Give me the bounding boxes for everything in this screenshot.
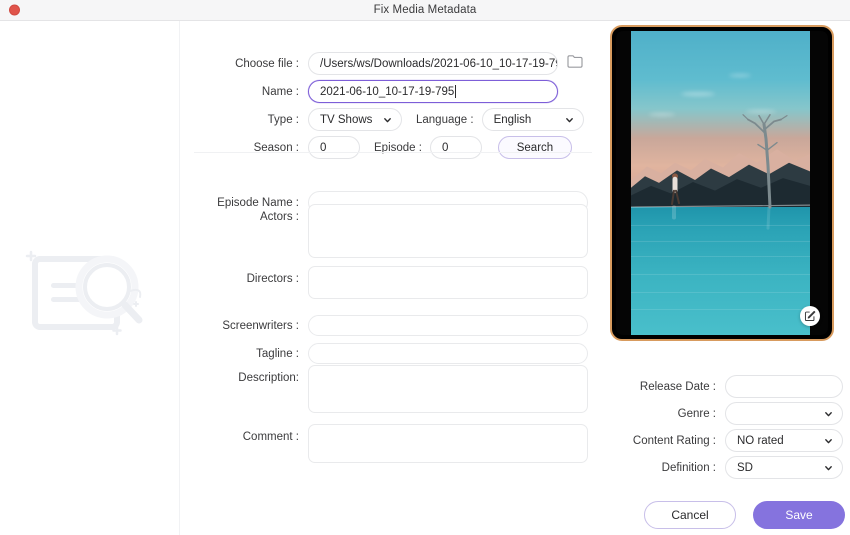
section-divider [194, 152, 592, 153]
tagline-label: Tagline : [256, 347, 299, 360]
release-date-input[interactable] [725, 375, 843, 398]
season-episode-row: Season : 0 Episode : 0 Search [194, 136, 594, 159]
genre-select[interactable] [725, 402, 843, 425]
search-button[interactable]: Search [497, 136, 572, 159]
language-select[interactable]: English [481, 108, 584, 131]
genre-row: Genre : [606, 402, 850, 425]
type-select[interactable]: TV Shows [308, 108, 402, 131]
save-button[interactable]: Save [753, 501, 845, 529]
title-bar: Fix Media Metadata [0, 0, 850, 21]
fix-media-metadata-window: Fix Media Metadata Choose file : /Users/… [0, 0, 850, 535]
comment-row: Comment : [194, 424, 594, 463]
person-figure [671, 173, 680, 206]
directors-textarea[interactable] [308, 266, 588, 299]
season-input[interactable]: 0 [308, 136, 360, 159]
document-search-watermark-icon [18, 239, 168, 344]
folder-icon[interactable] [567, 54, 583, 73]
edit-poster-button[interactable] [800, 306, 820, 326]
text-cursor [455, 85, 457, 98]
name-label: Name : [261, 85, 299, 98]
foreground-details [631, 113, 810, 230]
screenwriters-label: Screenwriters : [222, 319, 299, 332]
release-date-label: Release Date : [639, 380, 716, 393]
type-language-row: Type : TV Shows Language : English [194, 108, 594, 131]
choose-file-label: Choose file : [235, 57, 299, 70]
content-rating-select-value: NO rated [737, 434, 784, 447]
definition-select-value: SD [737, 461, 753, 474]
language-select-value: English [493, 113, 532, 126]
chevron-down-icon [825, 465, 832, 470]
poster-artwork [631, 31, 810, 335]
edit-pencil-icon [804, 310, 816, 322]
language-label: Language : [416, 113, 474, 126]
left-rail [0, 21, 180, 535]
window-title: Fix Media Metadata [373, 4, 477, 16]
close-button[interactable] [9, 4, 20, 16]
actors-textarea[interactable] [308, 204, 588, 258]
tagline-input[interactable] [308, 343, 588, 364]
episode-input[interactable]: 0 [429, 136, 482, 159]
content-rating-select[interactable]: NO rated [725, 429, 843, 452]
type-select-value: TV Shows [320, 113, 373, 126]
content-rating-label: Content Rating : [632, 434, 716, 447]
choose-file-input[interactable]: /Users/ws/Downloads/2021-06-10_10-17-19-… [308, 52, 558, 75]
definition-label: Definition : [661, 461, 716, 474]
name-input-value: 2021-06-10_10-17-19-795 [320, 85, 455, 98]
cancel-button[interactable]: Cancel [644, 501, 736, 529]
footer-buttons: Cancel Save [644, 501, 845, 529]
chevron-down-icon [825, 438, 832, 443]
actors-row: Actors : [194, 204, 594, 258]
name-input[interactable]: 2021-06-10_10-17-19-795 [308, 80, 558, 103]
screenwriters-row: Screenwriters : [194, 315, 594, 336]
screenwriters-input[interactable] [308, 315, 588, 336]
poster-preview[interactable] [610, 25, 834, 341]
comment-label: Comment : [242, 431, 299, 443]
definition-row: Definition : SD [606, 456, 850, 479]
definition-select[interactable]: SD [725, 456, 843, 479]
description-label: Description: [238, 372, 299, 384]
genre-label: Genre : [677, 407, 716, 420]
chevron-down-icon [825, 411, 832, 416]
type-label: Type : [267, 113, 299, 126]
choose-file-row: Choose file : /Users/ws/Downloads/2021-0… [194, 52, 594, 75]
chevron-down-icon [565, 117, 573, 122]
tagline-row: Tagline : [194, 343, 594, 364]
actors-label: Actors : [260, 211, 299, 223]
name-row: Name : 2021-06-10_10-17-19-795 [194, 80, 594, 103]
release-date-row: Release Date : [606, 375, 850, 398]
chevron-down-icon [384, 117, 391, 122]
directors-label: Directors : [246, 273, 299, 285]
description-textarea[interactable] [308, 365, 588, 413]
directors-row: Directors : [194, 266, 594, 299]
description-row: Description: [194, 365, 594, 413]
comment-textarea[interactable] [308, 424, 588, 463]
content-rating-row: Content Rating : NO rated [606, 429, 850, 452]
poster-image-container [616, 31, 828, 335]
